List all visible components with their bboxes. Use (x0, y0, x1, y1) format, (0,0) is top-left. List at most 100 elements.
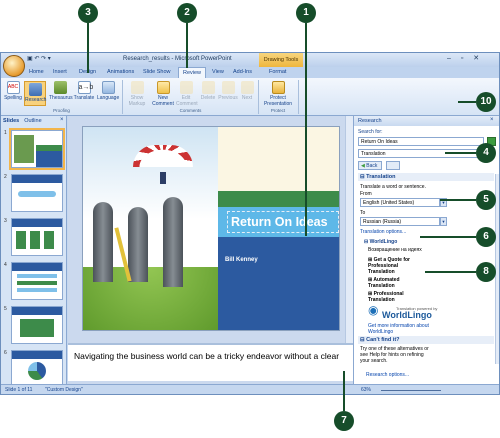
zoom-slider[interactable] (381, 390, 441, 391)
language-icon (101, 81, 115, 94)
slide-vertical-scrollbar[interactable] (345, 116, 353, 343)
slide-thumbnail-1[interactable] (9, 128, 65, 170)
next-icon (240, 81, 254, 94)
status-bar: Slide 1 of 11 "Custom Design" 63% (1, 384, 499, 394)
slide-subtitle[interactable]: Bill Kenney (225, 257, 258, 263)
tab-outline[interactable]: Outline (24, 118, 41, 124)
show-markup-button[interactable]: Show Markup (125, 81, 149, 107)
zoom-level[interactable]: 63% (361, 387, 371, 393)
callout-7-leader (343, 371, 345, 411)
ribbon-tabs: Home Insert Design Animations Slide Show… (1, 67, 499, 78)
slides-pane-tabs: Slides Outline (3, 118, 47, 124)
parachuter-image (160, 172, 166, 184)
research-pane-close-icon[interactable]: × (490, 117, 494, 123)
translate-button[interactable]: a→b Translate (73, 81, 95, 101)
callout-6: 6 (476, 227, 496, 247)
title-placeholder[interactable]: Return On Ideas (227, 211, 339, 233)
new-comment-button[interactable]: New Comment (151, 81, 175, 107)
worldlingo-globe-icon: ◉ (368, 303, 379, 317)
slides-pane-close-icon[interactable]: × (60, 117, 64, 123)
slide-number: 5 (4, 306, 7, 312)
next-comment-button[interactable]: Next (238, 81, 256, 101)
slide-thumbnail-6[interactable] (11, 350, 63, 388)
tab-review[interactable]: Review (178, 67, 207, 78)
callout-2: 2 (177, 3, 197, 23)
slide-thumbnail-3[interactable] (11, 218, 63, 256)
thesaurus-button[interactable]: Thesaurus (49, 81, 73, 101)
professional-translation-link[interactable]: ⊞ Professional Translation (368, 291, 424, 303)
slide-title[interactable]: Return On Ideas (231, 215, 328, 229)
new-comment-icon (156, 81, 170, 94)
previous-icon (221, 81, 235, 94)
callout-8-leader (425, 271, 476, 273)
callout-8: 8 (476, 262, 496, 282)
tab-slides[interactable]: Slides (3, 118, 19, 124)
to-label: To (360, 210, 366, 216)
more-info-link[interactable]: Get more information about WorldLingo (368, 323, 432, 335)
worldlingo-header[interactable]: ⊟ WorldLingo (364, 239, 397, 245)
alternatives-text: Try one of these alternatives or see Hel… (360, 346, 429, 364)
callout-3-leader (87, 23, 89, 73)
search-for-label: Search for: (358, 129, 383, 135)
callout-3: 3 (78, 3, 98, 23)
back-button[interactable]: ◀ Back (358, 161, 382, 170)
translated-text: Возвращение на идеях (368, 247, 422, 253)
back-arrow-icon: ◀ (361, 163, 365, 169)
window-controls[interactable]: – ▫ ✕ (447, 54, 483, 62)
spelling-button[interactable]: ABC Spelling (4, 81, 22, 101)
tab-slide-show[interactable]: Slide Show (143, 69, 171, 75)
slide-thumbnail-4[interactable] (11, 262, 63, 300)
slide-green-band (218, 191, 339, 207)
slide-thumbnail-5[interactable] (11, 306, 63, 344)
powerpoint-window: ▣ ↶ ↷ ▾ Research_results - Microsoft Pow… (0, 52, 500, 395)
pillar-image (128, 207, 148, 282)
slides-pane: Slides Outline × 1 2 3 4 5 6 (1, 116, 67, 388)
language-button[interactable]: Language (97, 81, 119, 101)
notes-pane[interactable]: Navigating the business world can be a t… (68, 343, 353, 381)
protect-presentation-button[interactable]: Protect Presentation (261, 81, 295, 107)
slide-canvas[interactable]: Return On Ideas Bill Kenney (82, 126, 340, 331)
callout-2-leader (186, 23, 188, 68)
notes-text[interactable]: Navigating the business world can be a t… (74, 351, 339, 361)
callout-10: 10 (476, 92, 496, 112)
cant-find-section-header[interactable]: ⊟ Can't find it? (358, 336, 494, 344)
previous-comment-button[interactable]: Previous (218, 81, 238, 101)
translation-options-link[interactable]: Translation options... (360, 229, 406, 235)
slide-top-band (218, 127, 339, 191)
slide-number: 1 (4, 130, 7, 136)
to-language-select[interactable]: Russian (Russia) (360, 217, 440, 226)
edit-comment-button[interactable]: Edit Comment (176, 81, 198, 107)
quick-access-toolbar[interactable]: ▣ ↶ ↷ ▾ (27, 55, 51, 62)
group-separator (258, 80, 259, 114)
get-quote-link[interactable]: ⊞ Get a Quote for Professional Translati… (368, 257, 424, 275)
slide-thumbnail-2[interactable] (11, 174, 63, 212)
tab-format[interactable]: Format (269, 69, 286, 75)
callout-5: 5 (476, 190, 496, 210)
from-language-select[interactable]: English (United States) (360, 198, 440, 207)
protect-icon (271, 81, 285, 94)
search-for-input[interactable]: Return On Ideas (358, 137, 484, 146)
thesaurus-icon (53, 81, 67, 94)
office-button[interactable] (3, 55, 25, 77)
research-button[interactable]: Research (24, 81, 46, 106)
proofing-group-label: Proofing (53, 108, 70, 113)
edit-comment-icon (179, 81, 193, 94)
tab-view[interactable]: View (212, 69, 224, 75)
parachute-image (133, 145, 193, 167)
ribbon: ABC Spelling Research Thesaurus a→b Tran… (1, 78, 499, 116)
tab-animations[interactable]: Animations (107, 69, 134, 75)
tab-home[interactable]: Home (29, 69, 44, 75)
tab-insert[interactable]: Insert (53, 69, 67, 75)
research-icon (28, 83, 42, 96)
slide-number: 2 (4, 174, 7, 180)
callout-4: 4 (476, 143, 496, 163)
research-options-link[interactable]: Research options... (366, 372, 409, 378)
translation-section-header[interactable]: ⊟ Translation (358, 173, 494, 181)
to-dropdown-icon[interactable]: ▼ (440, 217, 447, 226)
delete-comment-button[interactable]: Delete (198, 81, 218, 101)
callout-6-leader (420, 236, 476, 238)
forward-button[interactable] (386, 161, 400, 170)
window-title: Research_results - Microsoft PowerPoint (123, 56, 232, 62)
tab-add-ins[interactable]: Add-Ins (233, 69, 252, 75)
automated-translation-link[interactable]: ⊞ Automated Translation (368, 277, 424, 289)
